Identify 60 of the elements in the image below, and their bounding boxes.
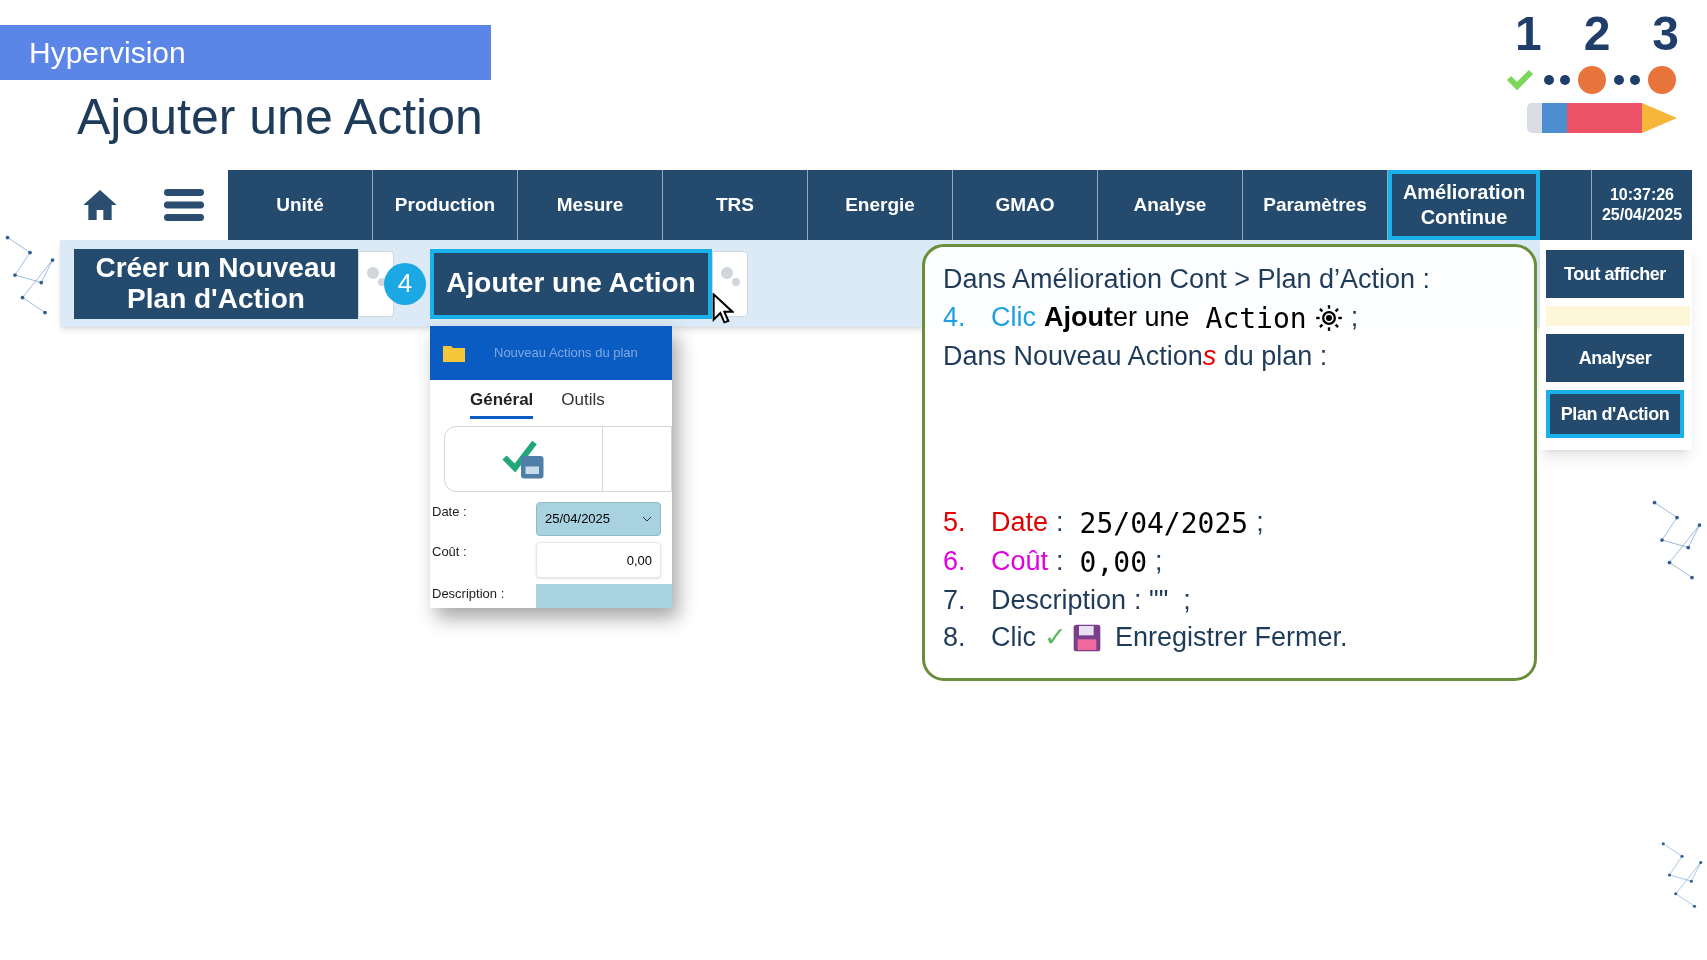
cost-field[interactable]: 0,00 [536, 542, 661, 578]
description-field[interactable] [536, 584, 672, 608]
logo-digit: 2 [1583, 10, 1611, 58]
step-badge: 4 [384, 262, 426, 305]
nav-tab[interactable]: Analyse [1098, 170, 1243, 240]
check-mark: ✓ [1044, 621, 1067, 655]
field-label: Description : [431, 585, 506, 603]
step-text: Enregistrer Fermer. [1115, 621, 1348, 655]
section-banner: Hypervision [0, 25, 491, 80]
chevron-down-icon [642, 516, 652, 522]
clock-date: 25/04/2025 [1601, 205, 1683, 225]
step-text: : [1056, 545, 1064, 579]
step-text: ; [1256, 506, 1264, 540]
cursor-icon [712, 292, 734, 325]
nav-tab[interactable]: GMAO [953, 170, 1098, 240]
field-label: Date : [431, 503, 468, 521]
step-number: 7. [943, 583, 967, 617]
step-value: 25/04/2025 [1079, 505, 1249, 541]
date-field[interactable]: 25/04/2025 [536, 502, 661, 536]
step-number: 8. [943, 621, 967, 655]
action-button[interactable]: Créer un Nouveau Plan d'Action [74, 248, 358, 319]
step-text: ; [1350, 301, 1359, 335]
side-button[interactable]: Tout afficher [1546, 250, 1684, 298]
step-value: Action [1205, 300, 1307, 336]
dialog-tab[interactable]: Outils [561, 386, 605, 420]
nav-tab[interactable]: Energie [808, 170, 953, 240]
check-save-icon [500, 438, 547, 480]
step-label: Date [991, 506, 1049, 540]
step-number: 4. [943, 301, 967, 335]
dialog-title: Nouveau Actions du plan [494, 344, 638, 363]
step-text: : "" ; [1134, 583, 1191, 617]
instruction-heading: Dans Nouveau Actions du plan : [943, 340, 1328, 371]
nav-tab[interactable]: Unité [228, 170, 373, 240]
nav-tab[interactable]: Mesure [518, 170, 663, 240]
step-text: Ajouter une [1044, 301, 1190, 335]
side-button[interactable]: Analyser [1546, 334, 1684, 382]
slide-title: Ajouter une Action [77, 92, 484, 142]
step-label: Description [991, 583, 1127, 617]
gear-icon [1314, 304, 1343, 333]
clock-time: 10:37:26 [1609, 185, 1674, 205]
step-value: 0,00 [1079, 544, 1147, 580]
nav-tab[interactable]: Paramètres [1243, 170, 1388, 240]
step-number: 5. [943, 506, 967, 540]
nav-tab[interactable]: TRS [663, 170, 808, 240]
instruction-heading: Dans Amélioration Cont > Plan d’Action : [943, 264, 1430, 294]
folder-icon [442, 343, 466, 363]
step-label: Clic [991, 621, 1036, 655]
step-number: 6. [943, 545, 967, 579]
action-button[interactable]: Ajouter une Action [430, 248, 712, 319]
logo-digit: 3 [1652, 10, 1680, 58]
side-button[interactable]: Plan d'Action [1546, 390, 1684, 438]
step-label: Coût [991, 545, 1049, 579]
nav-tab[interactable]: Production [373, 170, 518, 240]
field-label: Coût : [431, 543, 468, 561]
step-label: Clic [991, 301, 1036, 335]
dialog-tab[interactable]: Général [470, 386, 534, 420]
nav-tab[interactable]: Amélioration Continue [1388, 170, 1540, 240]
step-text: ; [1155, 545, 1163, 579]
logo-digit: 1 [1514, 10, 1542, 58]
step-text: : [1056, 506, 1064, 540]
